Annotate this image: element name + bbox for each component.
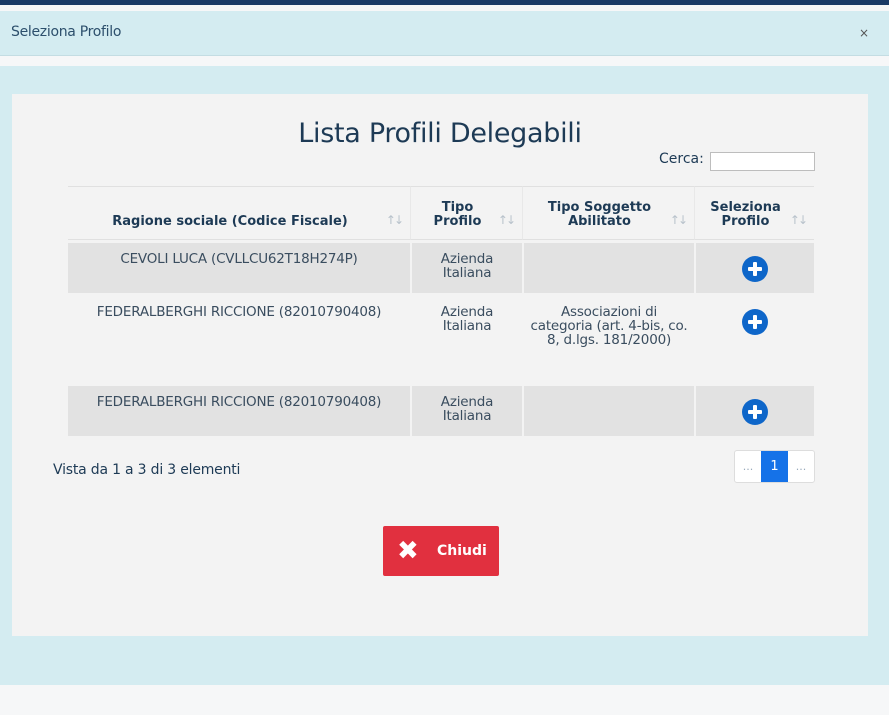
cell-tipo-soggetto: [522, 240, 694, 293]
panel-title: Lista Profili Delegabili: [298, 118, 582, 149]
search-input[interactable]: [710, 152, 815, 171]
table-row: FEDERALBERGHI RICCIONE (82010790408) Azi…: [68, 383, 814, 436]
cell-tipo-profilo: Azienda Italiana: [410, 383, 522, 436]
cell-ragione: FEDERALBERGHI RICCIONE (82010790408): [68, 293, 410, 383]
sort-icon: ↑↓: [789, 213, 808, 227]
close-button[interactable]: ✖ Chiudi: [383, 526, 499, 576]
pagination-previous[interactable]: ...: [735, 451, 761, 482]
cell-ragione: CEVOLI LUCA (CVLLCU62T18H274P): [68, 240, 410, 293]
close-button-label: Chiudi: [437, 543, 487, 559]
dialog-body: Lista Profili Delegabili Cerca: Ragione …: [0, 66, 889, 685]
plus-circle-icon[interactable]: [742, 399, 768, 425]
cell-tipo-soggetto: Associazioni di categoria (art. 4-bis, c…: [522, 293, 694, 383]
close-icon[interactable]: ×: [859, 26, 869, 40]
sort-icon: ↑↓: [669, 213, 688, 227]
table-info: Vista da 1 a 3 di 3 elementi: [53, 462, 241, 478]
close-x-icon: ✖: [397, 536, 419, 566]
table-row: FEDERALBERGHI RICCIONE (82010790408) Azi…: [68, 293, 814, 383]
search-label: Cerca:: [659, 151, 704, 167]
page-footer-strip: [0, 685, 889, 715]
column-header-tipo-soggetto[interactable]: Tipo Soggetto Abilitato ↑↓: [522, 186, 694, 240]
column-header-label: Ragione sociale (Codice Fiscale): [112, 214, 348, 229]
cell-seleziona: [694, 383, 814, 436]
pagination-next[interactable]: ...: [788, 451, 814, 482]
table-header-row: Ragione sociale (Codice Fiscale) ↑↓ Tipo…: [68, 186, 814, 240]
plus-circle-icon[interactable]: [742, 309, 768, 335]
profiles-panel: Lista Profili Delegabili Cerca: Ragione …: [12, 94, 868, 636]
top-border: [0, 0, 889, 5]
column-header-seleziona[interactable]: Seleziona Profilo ↑↓: [694, 186, 814, 240]
sort-icon: ↑↓: [497, 213, 516, 227]
table-row: CEVOLI LUCA (CVLLCU62T18H274P) Azienda I…: [68, 240, 814, 293]
pagination: ... 1 ...: [734, 450, 815, 483]
plus-circle-icon[interactable]: [742, 256, 768, 282]
column-header-ragione[interactable]: Ragione sociale (Codice Fiscale) ↑↓: [68, 186, 410, 240]
cell-tipo-profilo: Azienda Italiana: [410, 293, 522, 383]
cell-tipo-profilo: Azienda Italiana: [410, 240, 522, 293]
cell-seleziona: [694, 293, 814, 383]
column-header-tipo-profilo[interactable]: Tipo Profilo ↑↓: [410, 186, 522, 240]
cell-ragione: FEDERALBERGHI RICCIONE (82010790408): [68, 383, 410, 436]
column-header-label: Tipo Profilo: [433, 200, 482, 229]
column-header-label: Seleziona Profilo: [710, 200, 781, 229]
cell-seleziona: [694, 240, 814, 293]
profiles-table: Ragione sociale (Codice Fiscale) ↑↓ Tipo…: [68, 186, 814, 436]
pagination-page-1[interactable]: 1: [761, 451, 788, 482]
cell-tipo-soggetto: [522, 383, 694, 436]
column-header-label: Tipo Soggetto Abilitato: [547, 200, 652, 229]
sort-icon: ↑↓: [385, 213, 404, 227]
dialog-header: Seleziona Profilo ×: [0, 11, 889, 56]
dialog-title: Seleziona Profilo: [11, 24, 122, 40]
